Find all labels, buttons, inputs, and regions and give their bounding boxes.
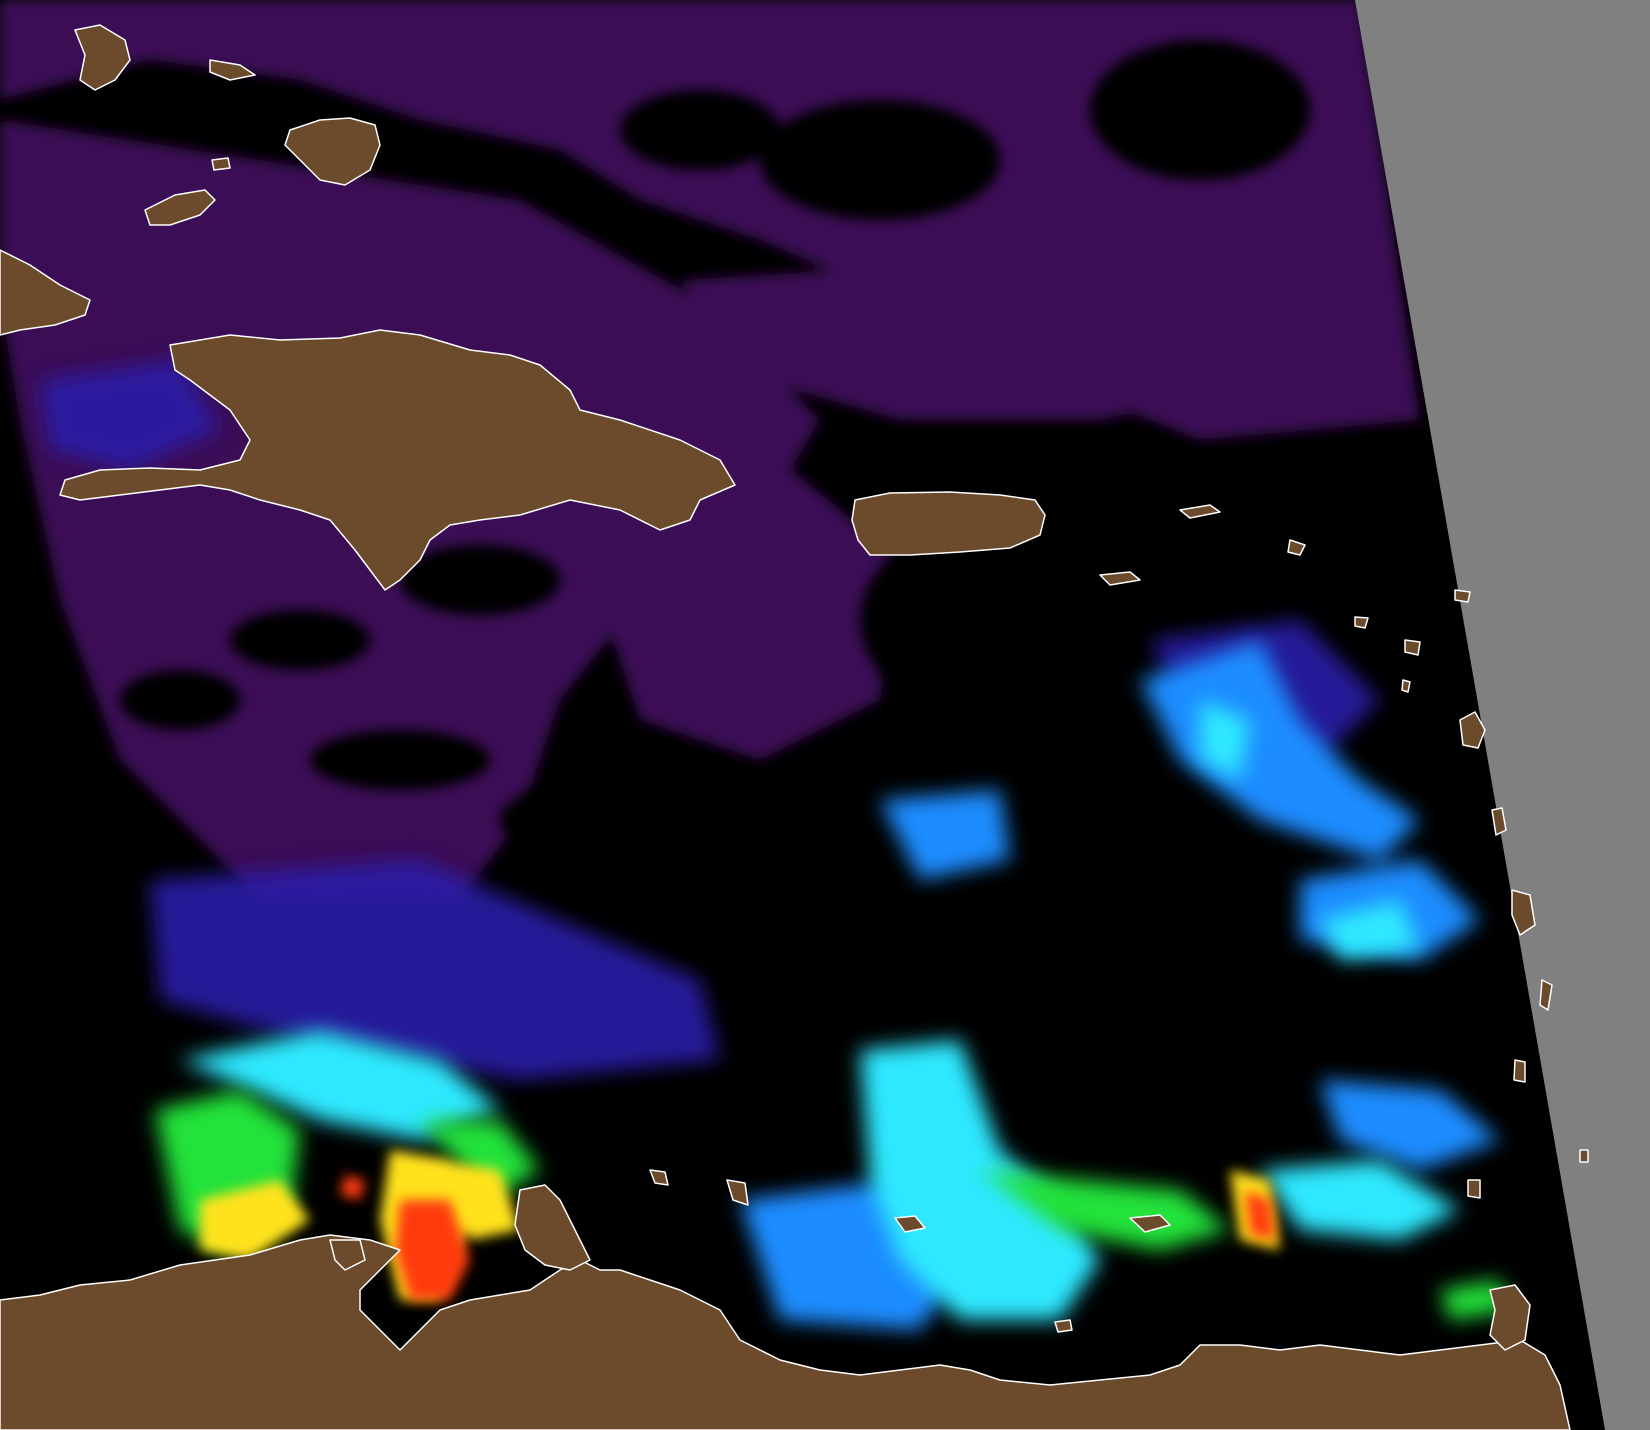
land-antigua bbox=[1404, 639, 1421, 656]
land-puerto-rico bbox=[851, 491, 1046, 556]
land-grenada bbox=[1467, 1179, 1481, 1199]
land-barbados bbox=[1579, 1149, 1589, 1163]
land-island-d bbox=[211, 157, 231, 171]
land-st-kitts bbox=[1354, 616, 1369, 629]
map-canvas bbox=[0, 0, 1650, 1430]
land-montserrat bbox=[1401, 679, 1411, 693]
land-st-vincent bbox=[1513, 1059, 1526, 1083]
land-barbuda bbox=[1454, 589, 1471, 603]
land-la-tortuga bbox=[1054, 1319, 1073, 1333]
satellite-map bbox=[0, 0, 1650, 1430]
